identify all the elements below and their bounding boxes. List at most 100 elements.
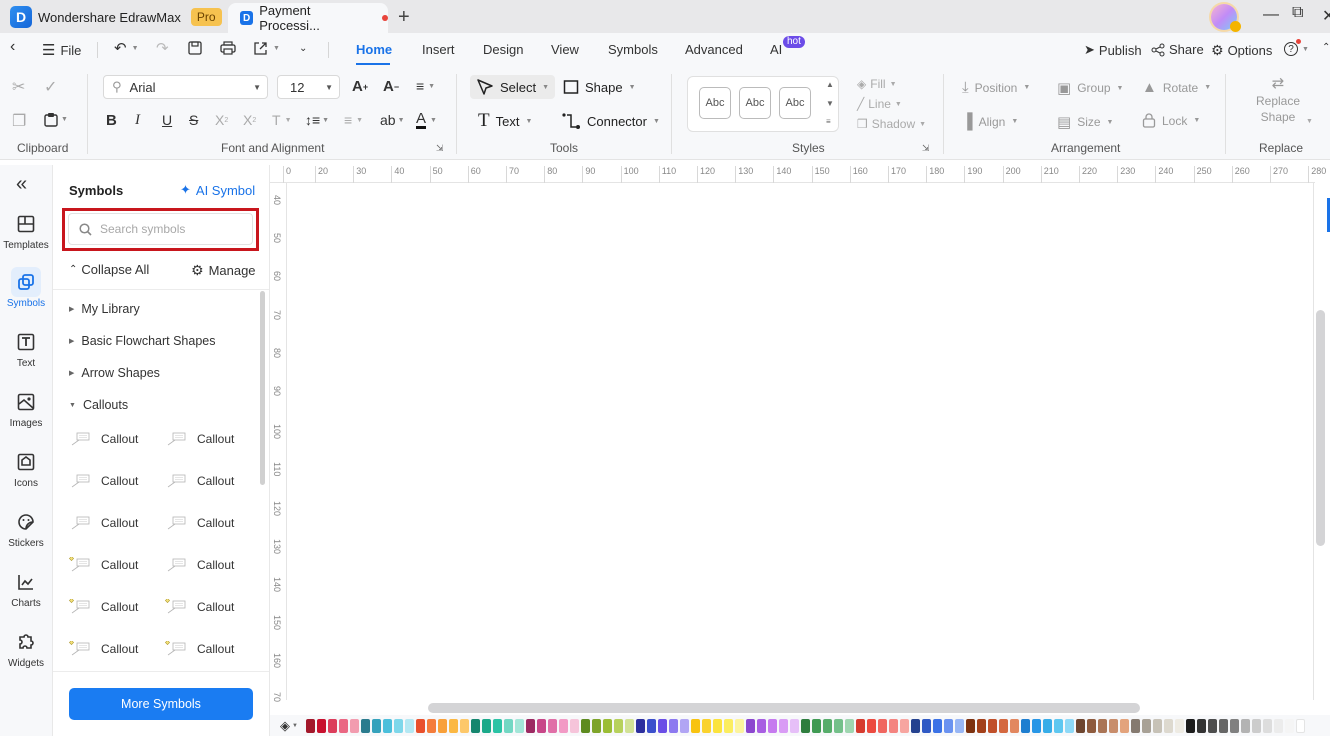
color-swatch[interactable] (1141, 718, 1151, 733)
color-swatch[interactable] (1185, 718, 1195, 733)
callout-symbol[interactable]: Callout (165, 473, 234, 489)
tab-design[interactable]: Design (483, 42, 523, 57)
color-swatch[interactable] (822, 718, 832, 733)
color-swatch[interactable] (393, 718, 403, 733)
nav-images[interactable]: Images (0, 387, 52, 429)
redo-button[interactable]: ↷ (156, 39, 169, 57)
save-button[interactable] (188, 41, 202, 55)
print-button[interactable] (220, 41, 236, 55)
color-swatch[interactable] (1174, 718, 1184, 733)
restore-button[interactable]: ⧉ (1292, 4, 1303, 22)
color-swatch[interactable] (503, 718, 513, 733)
drawing-canvas[interactable] (288, 184, 1313, 700)
gallery-down-button[interactable]: ▼ (826, 99, 834, 108)
color-swatch[interactable] (481, 718, 491, 733)
style-preset-1[interactable]: Abc (699, 87, 731, 119)
tab-insert[interactable]: Insert (422, 42, 455, 57)
color-swatch[interactable] (547, 718, 557, 733)
color-swatch[interactable] (1273, 718, 1283, 733)
shadow-button[interactable]: ❒ Shadow ▼ (857, 117, 926, 131)
search-symbols-input[interactable] (100, 222, 240, 236)
color-swatch[interactable] (536, 718, 546, 733)
share-button[interactable]: Share (1151, 42, 1204, 57)
increase-font-button[interactable]: A + (352, 78, 368, 95)
color-swatch[interactable] (525, 718, 535, 733)
color-swatch[interactable] (844, 718, 854, 733)
text-style-button[interactable]: T ▼ (272, 112, 292, 128)
callout-symbol[interactable]: Callout (69, 641, 138, 657)
text-align-button[interactable]: ≡ ▼ (416, 78, 435, 94)
nav-charts[interactable]: Charts (0, 567, 52, 609)
horizontal-scrollbar[interactable] (428, 703, 1140, 713)
collapse-ribbon-button[interactable]: ⌃ (1322, 42, 1330, 53)
callout-symbol[interactable]: Callout (165, 599, 234, 615)
color-swatch[interactable] (580, 718, 590, 733)
panel-scrollbar[interactable] (260, 291, 265, 485)
gallery-up-button[interactable]: ▲ (826, 80, 834, 89)
color-swatch[interactable] (1295, 718, 1305, 733)
styles-dialog-launcher[interactable]: ⇲ (922, 143, 930, 154)
nav-text[interactable]: Text (0, 327, 52, 369)
color-swatch[interactable] (646, 718, 656, 733)
line-spacing-button[interactable]: ↕≡ ▼ (305, 112, 329, 128)
nav-templates[interactable]: Templates (0, 209, 52, 251)
callout-symbol[interactable]: Callout (165, 515, 234, 531)
color-swatch[interactable] (712, 718, 722, 733)
callout-symbol[interactable]: Callout (165, 641, 234, 657)
copy-icon[interactable]: ❐ (12, 111, 26, 131)
bullet-list-button[interactable]: ≡ ▼ (344, 112, 363, 128)
color-swatch[interactable] (1240, 718, 1250, 733)
color-swatch[interactable] (1130, 718, 1140, 733)
callout-symbol[interactable]: Callout (165, 431, 234, 447)
callout-symbol[interactable]: Callout (69, 473, 138, 489)
size-button[interactable]: ▤ Size ▼ (1057, 113, 1113, 131)
color-swatch[interactable] (745, 718, 755, 733)
color-swatch[interactable] (1020, 718, 1030, 733)
callout-symbol[interactable]: Callout (69, 515, 138, 531)
color-swatch[interactable] (1086, 718, 1096, 733)
subscript-button[interactable]: X2 (243, 112, 256, 128)
color-swatch[interactable] (1119, 718, 1129, 733)
text-case-button[interactable]: ab ▼ (380, 112, 405, 128)
color-swatch[interactable] (932, 718, 942, 733)
select-tool-button[interactable]: Select ▼ (470, 75, 556, 99)
position-button[interactable]: ⤓ Position ▼ (962, 79, 1030, 96)
color-swatch[interactable] (690, 718, 700, 733)
ai-symbol-button[interactable]: ✦ AI Symbol (180, 182, 255, 198)
color-swatch[interactable] (800, 718, 810, 733)
file-menu[interactable]: ☰ File (42, 41, 81, 59)
font-color-button[interactable]: A ▼ (416, 111, 437, 129)
color-swatch[interactable] (734, 718, 744, 733)
color-swatch[interactable] (1042, 718, 1052, 733)
color-swatch[interactable] (338, 718, 348, 733)
color-swatch[interactable] (1163, 718, 1173, 733)
superscript-button[interactable]: X2 (215, 112, 228, 128)
color-swatch[interactable] (492, 718, 502, 733)
text-tool-button[interactable]: T Text ▼ (472, 109, 538, 133)
nav-icons[interactable]: Icons (0, 447, 52, 489)
color-swatch[interactable] (767, 718, 777, 733)
color-swatch[interactable] (921, 718, 931, 733)
color-swatch[interactable] (591, 718, 601, 733)
color-swatch[interactable] (1262, 718, 1272, 733)
color-swatch[interactable] (943, 718, 953, 733)
color-swatch[interactable] (723, 718, 733, 733)
collapse-panel-button[interactable]: « (16, 173, 27, 196)
font-size-select[interactable]: 12 ▼ (277, 75, 340, 99)
nav-stickers[interactable]: Stickers (0, 507, 52, 549)
color-swatch[interactable] (1064, 718, 1074, 733)
color-swatch[interactable] (756, 718, 766, 733)
color-swatch[interactable] (789, 718, 799, 733)
color-swatch[interactable] (1251, 718, 1261, 733)
color-swatch[interactable] (910, 718, 920, 733)
tab-ai[interactable]: AI (770, 42, 782, 57)
color-swatch[interactable] (1108, 718, 1118, 733)
style-preset-2[interactable]: Abc (739, 87, 771, 119)
color-swatch[interactable] (437, 718, 447, 733)
tab-view[interactable]: View (551, 42, 579, 57)
more-symbols-button[interactable]: More Symbols (69, 688, 253, 720)
color-swatch[interactable] (1229, 718, 1239, 733)
category-basic-flowchart[interactable]: ▶ Basic Flowchart Shapes (69, 334, 215, 348)
options-button[interactable]: ⚙ Options (1211, 42, 1272, 59)
callout-symbol[interactable]: Callout (165, 557, 234, 573)
